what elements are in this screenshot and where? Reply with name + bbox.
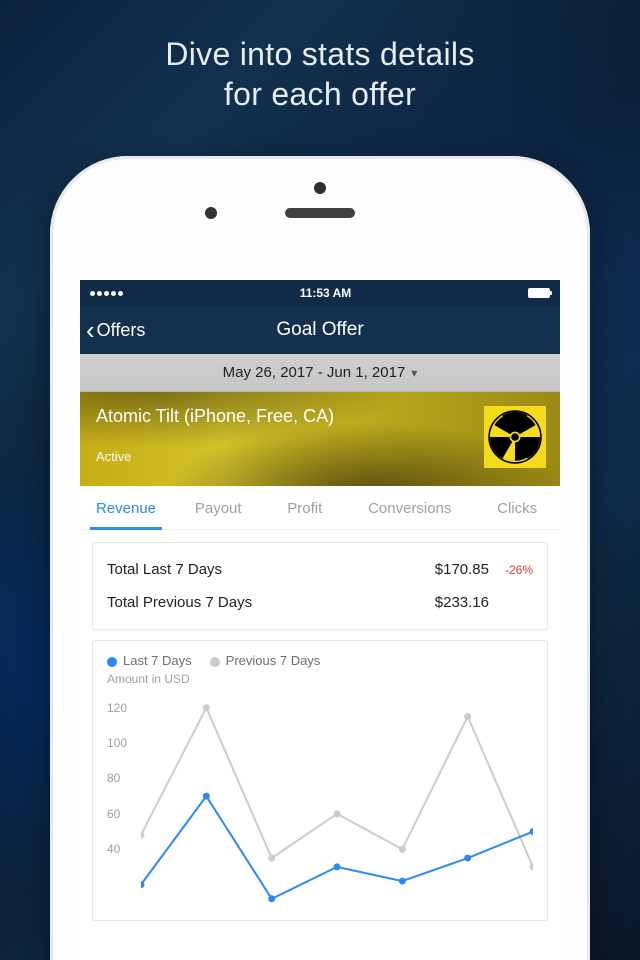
phone-sensor xyxy=(314,182,326,194)
summary-value: $170.85 xyxy=(409,561,489,578)
tab-clicks[interactable]: Clicks xyxy=(474,486,560,529)
phone-camera xyxy=(205,207,217,219)
tab-label: Clicks xyxy=(497,500,537,517)
chart-y-tick: 40 xyxy=(107,842,120,856)
chart-y-tick: 120 xyxy=(107,701,127,715)
headline-line-2: for each offer xyxy=(224,76,416,112)
tab-label: Payout xyxy=(195,500,242,517)
offer-icon xyxy=(484,406,546,468)
date-range-selector[interactable]: May 26, 2017 - Jun 1, 2017 ▾ xyxy=(80,354,560,392)
legend-item-current: Last 7 Days xyxy=(107,653,192,668)
phone-speaker xyxy=(285,208,355,218)
tab-revenue[interactable]: Revenue xyxy=(80,486,172,529)
signal-dots-icon xyxy=(90,291,123,296)
tab-profit[interactable]: Profit xyxy=(264,486,345,529)
chart-y-tick: 100 xyxy=(107,736,127,750)
tab-label: Conversions xyxy=(368,500,451,517)
nav-bar: ‹ Offers Goal Offer xyxy=(80,306,560,354)
page-title: Goal Offer xyxy=(80,319,560,341)
summary-row: Total Previous 7 Days $233.16 xyxy=(107,586,533,619)
dot-icon xyxy=(210,657,220,667)
metric-tabs: Revenue Payout Profit Conversions Clicks xyxy=(80,486,560,530)
status-left xyxy=(90,291,123,296)
summary-value: $233.16 xyxy=(409,594,489,611)
status-bar: 11:53 AM xyxy=(80,280,560,306)
summary-card: Total Last 7 Days $170.85 -26% Total Pre… xyxy=(92,542,548,630)
chart-legend: Last 7 Days Previous 7 Days xyxy=(107,653,533,668)
legend-label: Previous 7 Days xyxy=(226,653,321,668)
summary-label: Total Previous 7 Days xyxy=(107,594,409,611)
promo-headline: Dive into stats details for each offer xyxy=(0,34,640,114)
chart-y-tick: 80 xyxy=(107,771,120,785)
tab-payout[interactable]: Payout xyxy=(172,486,264,529)
summary-label: Total Last 7 Days xyxy=(107,561,409,578)
status-right xyxy=(528,288,550,298)
battery-icon xyxy=(528,288,550,298)
legend-label: Last 7 Days xyxy=(123,653,192,668)
tab-conversions[interactable]: Conversions xyxy=(345,486,474,529)
phone-screen: 11:53 AM ‹ Offers Goal Offer May 26, 201… xyxy=(80,280,560,960)
offer-hero: Atomic Tilt (iPhone, Free, CA) Active xyxy=(80,392,560,486)
phone-frame: 11:53 AM ‹ Offers Goal Offer May 26, 201… xyxy=(50,156,590,960)
tab-label: Revenue xyxy=(96,500,156,517)
date-range-label: May 26, 2017 - Jun 1, 2017 xyxy=(223,364,406,381)
summary-delta: -26% xyxy=(501,563,533,577)
chart-card: Last 7 Days Previous 7 Days Amount in US… xyxy=(92,640,548,921)
offer-title: Atomic Tilt (iPhone, Free, CA) xyxy=(96,406,544,427)
summary-row: Total Last 7 Days $170.85 -26% xyxy=(107,553,533,586)
promo-background: Dive into stats details for each offer 1… xyxy=(0,0,640,960)
chart-y-axis-label: Amount in USD xyxy=(107,672,533,686)
status-time: 11:53 AM xyxy=(300,286,352,300)
chart-plot-area xyxy=(141,690,533,920)
legend-item-previous: Previous 7 Days xyxy=(210,653,321,668)
chevron-down-icon: ▾ xyxy=(411,366,417,380)
chart-y-tick: 60 xyxy=(107,807,120,821)
radiation-icon xyxy=(488,410,542,464)
headline-line-1: Dive into stats details xyxy=(165,36,474,72)
tab-label: Profit xyxy=(287,500,322,517)
offer-status: Active xyxy=(96,449,544,464)
revenue-line-chart: 120 100 80 60 40 xyxy=(107,690,533,920)
dot-icon xyxy=(107,657,117,667)
